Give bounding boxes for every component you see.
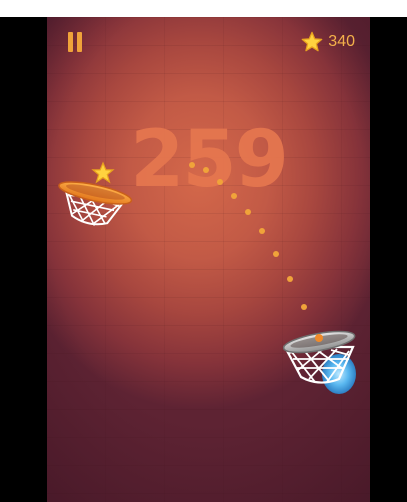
basketball-icon [315,334,323,342]
trajectory-dot [231,193,237,199]
trajectory-dot [273,251,279,257]
play-field[interactable] [47,17,370,502]
trajectory-dot [203,167,209,173]
trajectory-dots [189,162,307,310]
active-hoop[interactable] [52,178,133,233]
pause-button[interactable] [66,32,84,52]
star-icon [301,31,323,52]
trajectory-dot [189,162,195,168]
trajectory-dot [301,304,307,310]
trajectory-dot [287,276,293,282]
coin-count: 340 [328,33,355,50]
trajectory-dot [217,179,223,185]
trajectory-dot [245,209,251,215]
hoop-star-icon [91,161,115,184]
top-bar [0,0,407,17]
trajectory-dot [259,228,265,234]
target-hoop[interactable] [282,327,356,394]
coin-counter: 340 [301,31,355,53]
game-screen[interactable]: 259 340 [47,17,370,502]
pause-icon [68,32,73,52]
